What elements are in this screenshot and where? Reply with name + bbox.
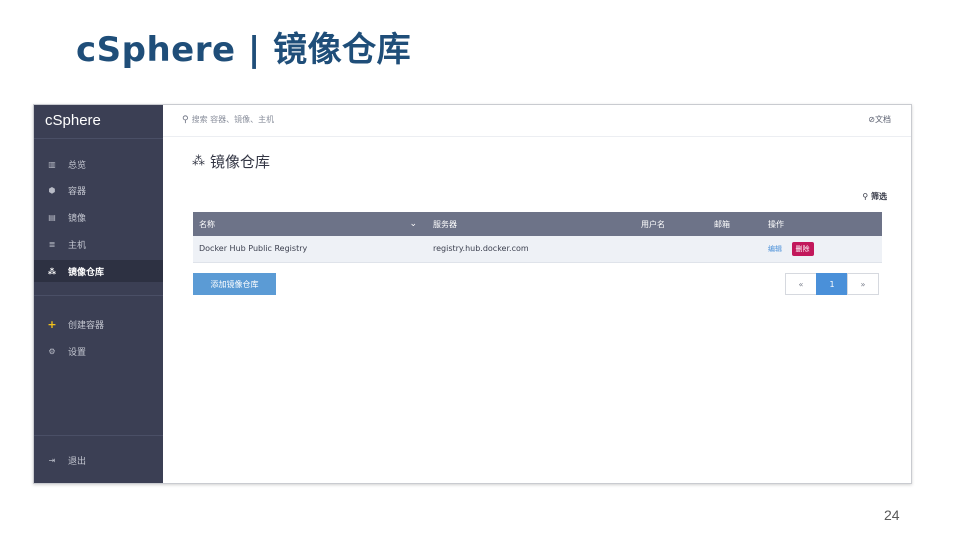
sidebar-divider: [34, 295, 163, 296]
column-header-email[interactable]: 邮箱: [708, 212, 762, 236]
sidebar-item-label: 退出: [68, 456, 87, 467]
sidebar-item-containers[interactable]: ⬢ 容器: [34, 179, 163, 201]
docs-icon: ⊘: [868, 115, 875, 124]
sidebar-item-label: 镜像: [68, 213, 87, 224]
filter-label: 筛选: [871, 192, 887, 201]
page-title-text: 镜像仓库: [210, 153, 271, 171]
sidebar-item-label: 主机: [68, 240, 87, 251]
host-icon: ≣: [48, 239, 56, 249]
plus-icon: +: [47, 317, 57, 331]
search-icon: ⚲: [182, 114, 189, 125]
registry-table: 名称 ⌄ 服务器 用户名 邮箱 操作 Docker Hub Public Regi…: [193, 212, 882, 263]
search-icon: ⚲: [862, 192, 869, 201]
table-row: Docker Hub Public Registry registry.hub.…: [193, 236, 882, 262]
top-bar: ⚲ 搜索 容器、镜像、主机 ⊘文档: [163, 105, 911, 137]
main-content: ⚲ 搜索 容器、镜像、主机 ⊘文档 ⁂ 镜像仓库 ⚲ 筛选 名称 ⌄ 服务器 用户…: [163, 105, 911, 483]
pagination-next[interactable]: »: [847, 273, 879, 295]
docs-label: 文档: [875, 115, 891, 124]
docs-link[interactable]: ⊘文档: [868, 114, 891, 125]
column-header-actions: 操作: [768, 219, 784, 229]
settings-icon: ⚙: [48, 346, 56, 356]
sidebar-item-settings[interactable]: ⚙ 设置: [34, 340, 163, 362]
slide-title: cSphere | 镜像仓库: [76, 30, 412, 70]
column-header-server[interactable]: 服务器: [427, 212, 635, 236]
cell-name: Docker Hub Public Registry: [199, 244, 308, 254]
column-header-name[interactable]: 名称 ⌄: [193, 212, 427, 236]
sidebar-item-label: 设置: [68, 347, 87, 358]
sidebar-item-images[interactable]: ▤ 镜像: [34, 206, 163, 228]
pagination-prev[interactable]: «: [785, 273, 817, 295]
pagination: « 1 »: [785, 273, 879, 295]
app-window: cSphere ▥ 总览 ⬢ 容器 ▤ 镜像 ≣ 主机 ⁂ 镜像仓库 + 创建容…: [33, 104, 912, 484]
table-header-row: 名称 ⌄ 服务器 用户名 邮箱 操作: [193, 212, 882, 236]
pagination-page-current[interactable]: 1: [816, 273, 848, 295]
chevron-down-icon[interactable]: ⌄: [409, 219, 417, 229]
filter-button[interactable]: ⚲ 筛选: [862, 191, 887, 202]
sidebar-item-label: 创建容器: [68, 320, 105, 331]
search-placeholder: 搜索 容器、镜像、主机: [191, 115, 275, 124]
search-input[interactable]: ⚲ 搜索 容器、镜像、主机: [182, 114, 274, 125]
sidebar-item-label: 容器: [68, 186, 87, 197]
column-header-username[interactable]: 用户名: [635, 212, 708, 236]
sidebar-item-registry[interactable]: ⁂ 镜像仓库: [34, 260, 163, 282]
slide-page-number: 24: [884, 507, 900, 523]
sidebar-item-label: 总览: [68, 160, 87, 171]
registry-icon: ⁂: [192, 154, 205, 169]
cell-actions: 编辑 删除: [762, 236, 882, 262]
add-registry-button[interactable]: 添加镜像仓库: [193, 273, 276, 295]
sidebar-item-create-container[interactable]: + 创建容器: [34, 313, 163, 335]
sidebar-item-label: 镜像仓库: [68, 267, 105, 278]
edit-button[interactable]: 编辑: [768, 245, 782, 253]
cell-email: [708, 236, 762, 262]
registry-icon: ⁂: [47, 266, 57, 276]
sidebar-item-overview[interactable]: ▥ 总览: [34, 153, 163, 175]
cell-server: registry.hub.docker.com: [433, 244, 529, 254]
container-icon: ⬢: [48, 185, 56, 195]
sidebar-divider: [34, 435, 163, 436]
image-icon: ▤: [48, 212, 56, 222]
logout-icon: ⇥: [48, 455, 56, 465]
page-title: ⁂ 镜像仓库: [192, 151, 270, 172]
chart-icon: ▥: [48, 159, 56, 169]
sidebar-item-hosts[interactable]: ≣ 主机: [34, 233, 163, 255]
cell-username: [635, 236, 708, 262]
sidebar-item-logout[interactable]: ⇥ 退出: [34, 449, 163, 471]
delete-button[interactable]: 删除: [791, 241, 814, 256]
sidebar: cSphere ▥ 总览 ⬢ 容器 ▤ 镜像 ≣ 主机 ⁂ 镜像仓库 + 创建容…: [34, 105, 163, 483]
brand-logo[interactable]: cSphere: [34, 105, 163, 139]
